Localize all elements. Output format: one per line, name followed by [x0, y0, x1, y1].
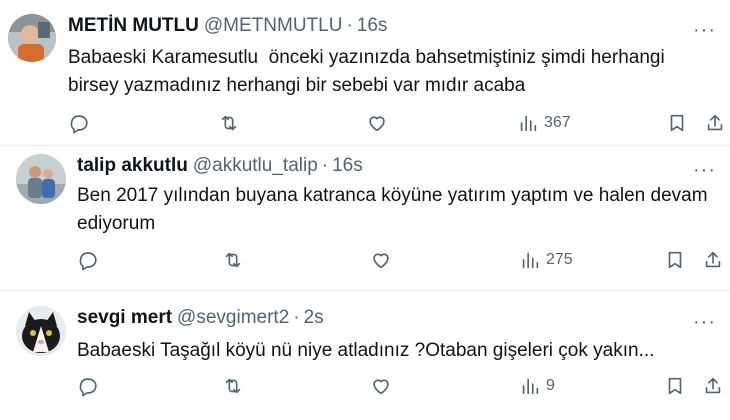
avatar[interactable] [8, 14, 56, 62]
like-icon [369, 116, 385, 132]
share-icon [705, 377, 721, 394]
views-icon [520, 115, 537, 132]
tweet-2[interactable]: talip akkutlu @akkutlu_talip · 16s ··· B… [0, 146, 730, 290]
user-handle[interactable]: @akkutlu_talip [193, 155, 318, 177]
timestamp[interactable]: 16s [357, 15, 388, 37]
more-options-icon[interactable]: ··· [693, 312, 716, 332]
tweet-actions: 275 [0, 249, 730, 275]
avatar-image [16, 154, 66, 204]
views-button[interactable]: 9 [519, 375, 555, 397]
retweet-icon [225, 378, 241, 394]
bookmark-button[interactable] [664, 375, 686, 397]
display-name[interactable]: METİN MUTLU [68, 15, 199, 37]
like-button[interactable] [370, 249, 392, 271]
views-count: 367 [544, 114, 571, 131]
tweet-header: METİN MUTLU @METNMUTLU · 16s [68, 15, 387, 37]
avatar[interactable] [16, 306, 66, 356]
retweet-button[interactable] [222, 249, 244, 271]
like-icon [373, 379, 389, 395]
more-options-icon[interactable]: ··· [693, 20, 716, 40]
bookmark-button[interactable] [664, 249, 686, 271]
tweet-text: Babaeski Taşağıl köyü nü niye atladınız … [77, 340, 655, 361]
bookmark-icon [668, 251, 682, 269]
bookmark-icon [670, 114, 684, 132]
reply-icon [79, 252, 97, 271]
views-button[interactable]: 367 [517, 112, 571, 134]
tweet-text: Ben 2017 yılından buyana katranca köyüne… [77, 185, 708, 234]
views-count: 9 [546, 377, 555, 394]
display-name[interactable]: talip akkutlu [77, 155, 188, 177]
separator-dot: · [321, 155, 329, 176]
views-button[interactable]: 275 [519, 249, 573, 271]
timestamp[interactable]: 16s [332, 155, 363, 177]
display-name[interactable]: sevgi mert [77, 307, 172, 329]
reply-icon [79, 378, 97, 397]
avatar[interactable] [16, 154, 66, 204]
timestamp[interactable]: 2s [304, 307, 324, 329]
share-icon [705, 251, 721, 268]
user-handle[interactable]: @sevgimert2 [177, 307, 289, 329]
tweet-3[interactable]: sevgi mert @sevgimert2 · 2s ··· Babaeski… [0, 291, 730, 420]
tweet-header: talip akkutlu @akkutlu_talip · 16s [77, 155, 363, 177]
tweet-actions: 367 [0, 112, 730, 138]
tweet-1[interactable]: METİN MUTLU @METNMUTLU · 16s ··· Babaesk… [0, 0, 730, 145]
views-icon [522, 252, 539, 269]
share-button[interactable] [704, 112, 726, 134]
like-button[interactable] [366, 112, 388, 134]
reply-button[interactable] [77, 249, 99, 271]
share-button[interactable] [702, 375, 724, 397]
share-button[interactable] [702, 249, 724, 271]
retweet-icon [225, 252, 241, 268]
separator-dot: · [293, 307, 300, 328]
tweet-actions: 9 [0, 375, 730, 401]
bookmark-button[interactable] [666, 112, 688, 134]
retweet-button[interactable] [218, 112, 240, 134]
retweet-button[interactable] [222, 375, 244, 397]
avatar-image [8, 14, 56, 62]
views-icon [522, 378, 539, 395]
like-button[interactable] [370, 375, 392, 397]
share-icon [707, 114, 723, 131]
retweet-icon [221, 115, 237, 131]
reply-icon [70, 115, 88, 134]
tweet-header: sevgi mert @sevgimert2 · 2s [77, 307, 324, 329]
reply-button[interactable] [68, 112, 90, 134]
separator-dot: · [346, 15, 353, 36]
avatar-image [16, 306, 66, 356]
bookmark-icon [668, 377, 682, 395]
like-icon [373, 253, 389, 269]
more-options-icon[interactable]: ··· [693, 160, 716, 180]
user-handle[interactable]: @METNMUTLU [204, 15, 343, 37]
tweet-text: Babaeski Karamesutlu önceki yazınızda ba… [68, 47, 665, 96]
reply-button[interactable] [77, 375, 99, 397]
views-count: 275 [546, 251, 573, 268]
reply-feed: METİN MUTLU @METNMUTLU · 16s ··· Babaesk… [0, 0, 730, 420]
